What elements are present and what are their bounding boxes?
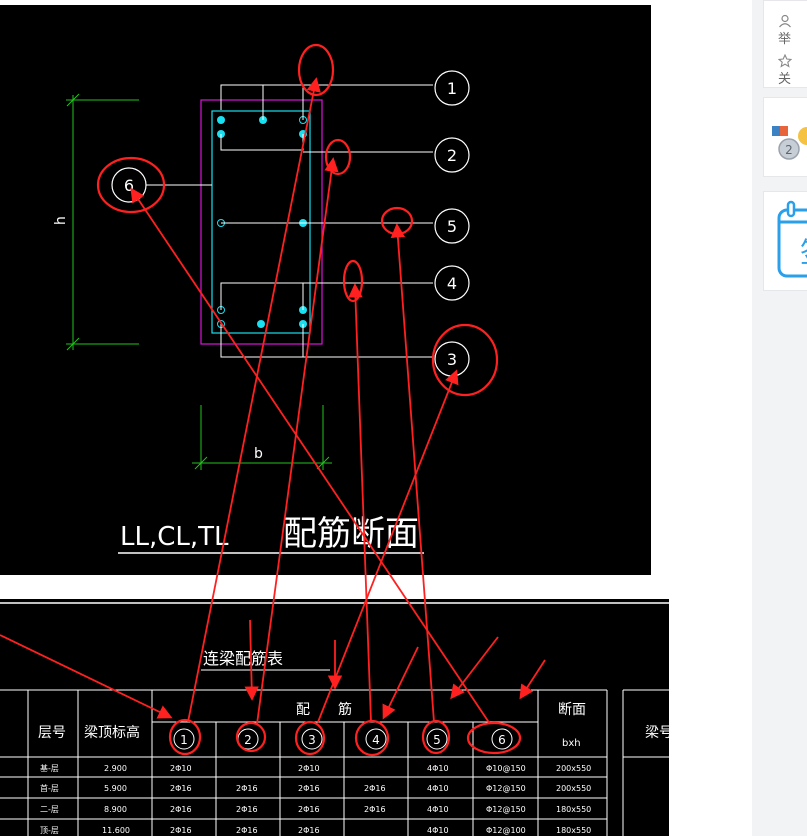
drawing-title-name: 配筋断面 <box>283 514 419 554</box>
row3-floor: 二-层 <box>40 805 59 814</box>
rebar-table-svg: 连梁配筋表 层号 梁顶标高 配 筋 断面 梁号 bxh 1 2 3 4 5 6 … <box>0 602 669 836</box>
row1-elev: 2.900 <box>104 764 127 773</box>
cad-rebar-table: 连梁配筋表 层号 梁顶标高 配 筋 断面 梁号 bxh 1 2 3 4 5 6 … <box>0 599 669 836</box>
rebar-dots <box>217 116 307 328</box>
row4-c2: 2Φ16 <box>236 826 258 835</box>
report-row[interactable]: 举 <box>778 13 807 47</box>
row3-c4: 2Φ16 <box>364 805 386 814</box>
row4-c1: 2Φ16 <box>170 826 192 835</box>
follow-label: 关 <box>778 72 792 87</box>
row3-c2: 2Φ16 <box>236 805 258 814</box>
dim-b-label: b <box>254 446 263 462</box>
row1-c1: 2Φ10 <box>170 764 192 773</box>
table-marker-5: 5 <box>433 733 441 747</box>
row2-c3: 2Φ16 <box>298 784 320 793</box>
drawing-title-code: LL,CL,TL <box>120 522 229 552</box>
row2-sec: 200x550 <box>556 784 591 793</box>
col-section-sub: bxh <box>562 738 581 749</box>
marker-6: 6 <box>124 176 134 195</box>
row1-sec: 200x550 <box>556 764 591 773</box>
table-marker-2: 2 <box>244 733 252 747</box>
row4-c6: Φ12@100 <box>486 826 526 835</box>
col-rebar-header: 配 筋 <box>296 701 352 718</box>
user-icon <box>779 14 791 27</box>
row2-c2: 2Φ16 <box>236 784 258 793</box>
row3-c5: 4Φ10 <box>427 805 449 814</box>
col-section-header: 断面 <box>558 702 586 718</box>
table-marker-6: 6 <box>498 733 506 747</box>
row4-sec: 180x550 <box>556 826 591 835</box>
col-beam-header: 梁号 <box>645 725 669 741</box>
row3-c3: 2Φ16 <box>298 805 320 814</box>
cad-section-drawing: h b 1 2 5 4 3 6 LL,CL,TL 配筋断面 <box>0 5 651 575</box>
medal-icon: 2 <box>772 126 807 160</box>
row3-c1: 2Φ16 <box>170 805 192 814</box>
dimension-h <box>66 93 139 351</box>
row1-floor: 基-层 <box>40 763 59 773</box>
calendar-icon: 签 <box>777 200 807 278</box>
checkin-glyph: 签 <box>800 236 807 269</box>
table-title: 连梁配筋表 <box>203 649 283 668</box>
side-card-medal: 2 <box>763 97 807 177</box>
row2-c6: Φ12@150 <box>486 784 526 793</box>
row2-c4: 2Φ16 <box>364 784 386 793</box>
col-elev-header: 梁顶标高 <box>84 724 140 741</box>
report-label: 举 <box>778 32 792 47</box>
row2-c1: 2Φ16 <box>170 784 192 793</box>
marker-5: 5 <box>447 217 457 236</box>
col-floor-header: 层号 <box>38 725 66 741</box>
marker-3: 3 <box>447 350 457 369</box>
medal-number: 2 <box>785 143 793 157</box>
table-marker-4: 4 <box>372 733 380 747</box>
leader-lines <box>146 84 433 358</box>
row3-c6: Φ12@150 <box>486 805 526 814</box>
stirrup <box>211 110 311 334</box>
row3-sec: 180x550 <box>556 805 591 814</box>
table-marker-1: 1 <box>180 733 188 747</box>
row2-c5: 4Φ10 <box>427 784 449 793</box>
marker-1: 1 <box>447 79 457 98</box>
marker-4: 4 <box>447 274 457 293</box>
dim-h-label: h <box>53 216 69 225</box>
row2-elev: 5.900 <box>104 784 127 793</box>
marker-2: 2 <box>447 146 457 165</box>
star-icon <box>777 53 793 68</box>
table-marker-3: 3 <box>308 733 316 747</box>
row1-c6: Φ10@150 <box>486 764 526 773</box>
row4-c5: 4Φ10 <box>427 826 449 835</box>
row1-c3: 2Φ10 <box>298 764 320 773</box>
row3-elev: 8.900 <box>104 805 127 814</box>
rebar-hollow <box>217 116 307 328</box>
row4-floor: 顶-层 <box>40 826 59 835</box>
side-card-actions: 举 关 <box>763 0 807 88</box>
section-drawing-svg: h b 1 2 5 4 3 6 LL,CL,TL 配筋断面 <box>53 70 470 554</box>
follow-row[interactable]: 关 <box>777 53 807 87</box>
row4-c3: 2Φ16 <box>298 826 320 835</box>
row1-c5: 4Φ10 <box>427 764 449 773</box>
row4-elev: 11.600 <box>102 826 130 835</box>
row2-floor: 首-层 <box>40 783 59 793</box>
side-card-checkin[interactable]: 签 <box>763 191 807 291</box>
